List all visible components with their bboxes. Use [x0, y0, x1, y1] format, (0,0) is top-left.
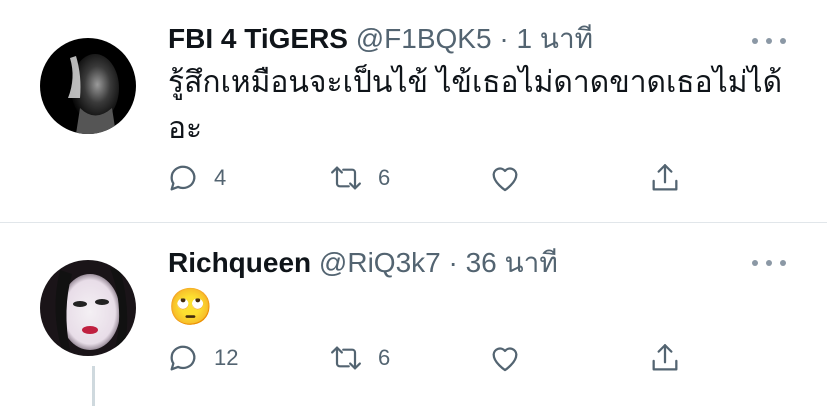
reply-button[interactable]: 4 — [166, 158, 226, 198]
retweet-count: 6 — [378, 165, 391, 190]
display-name[interactable]: FBI 4 TiGERS — [168, 23, 348, 54]
retweet-count: 6 — [378, 345, 391, 370]
divider — [0, 222, 827, 223]
reply-icon — [170, 165, 196, 191]
tweet-actions: 12 6 — [166, 338, 726, 378]
like-button[interactable] — [488, 158, 536, 198]
user-handle[interactable]: @F1BQK5 — [356, 23, 492, 54]
user-handle[interactable]: @RiQ3k7 — [319, 247, 441, 278]
retweet-icon — [331, 346, 361, 370]
share-button[interactable] — [648, 338, 682, 378]
share-icon — [652, 344, 678, 371]
share-button[interactable] — [648, 158, 682, 198]
display-name[interactable]: Richqueen — [168, 247, 311, 278]
reply-button[interactable]: 12 — [166, 338, 238, 378]
separator-dot: · — [499, 23, 509, 54]
more-icon[interactable] — [752, 34, 786, 48]
share-icon — [652, 164, 678, 191]
tweet-actions: 4 6 — [166, 158, 726, 198]
tweet-text: 🙄 — [168, 286, 213, 327]
more-icon[interactable] — [752, 256, 786, 270]
tweet-1[interactable]: FBI 4 TiGERS @F1BQK5 · 1 นาที รู้สึกเหมื… — [0, 0, 827, 222]
reply-count: 12 — [214, 345, 239, 370]
retweet-icon — [331, 166, 361, 190]
reply-icon — [170, 345, 196, 371]
thread-line — [92, 366, 95, 406]
separator-dot: · — [448, 247, 458, 278]
heart-icon — [492, 347, 518, 372]
tweet-text: รู้สึกเหมือนจะเป็นไข้ ไข้เธอไม่ดาดขาดเธอ… — [168, 66, 783, 145]
avatar[interactable] — [40, 260, 136, 356]
timestamp[interactable]: 1 นาที — [516, 23, 593, 54]
avatar[interactable] — [40, 38, 136, 134]
tweet-header: Richqueen @RiQ3k7 · 36 นาที — [168, 246, 558, 280]
tweet-header: FBI 4 TiGERS @F1BQK5 · 1 นาที — [168, 22, 593, 56]
like-button[interactable] — [488, 338, 536, 378]
heart-icon — [492, 167, 518, 192]
reply-count: 4 — [214, 165, 227, 190]
timestamp[interactable]: 36 นาที — [466, 247, 558, 278]
retweet-button[interactable]: 6 — [328, 338, 390, 378]
retweet-button[interactable]: 6 — [328, 158, 390, 198]
